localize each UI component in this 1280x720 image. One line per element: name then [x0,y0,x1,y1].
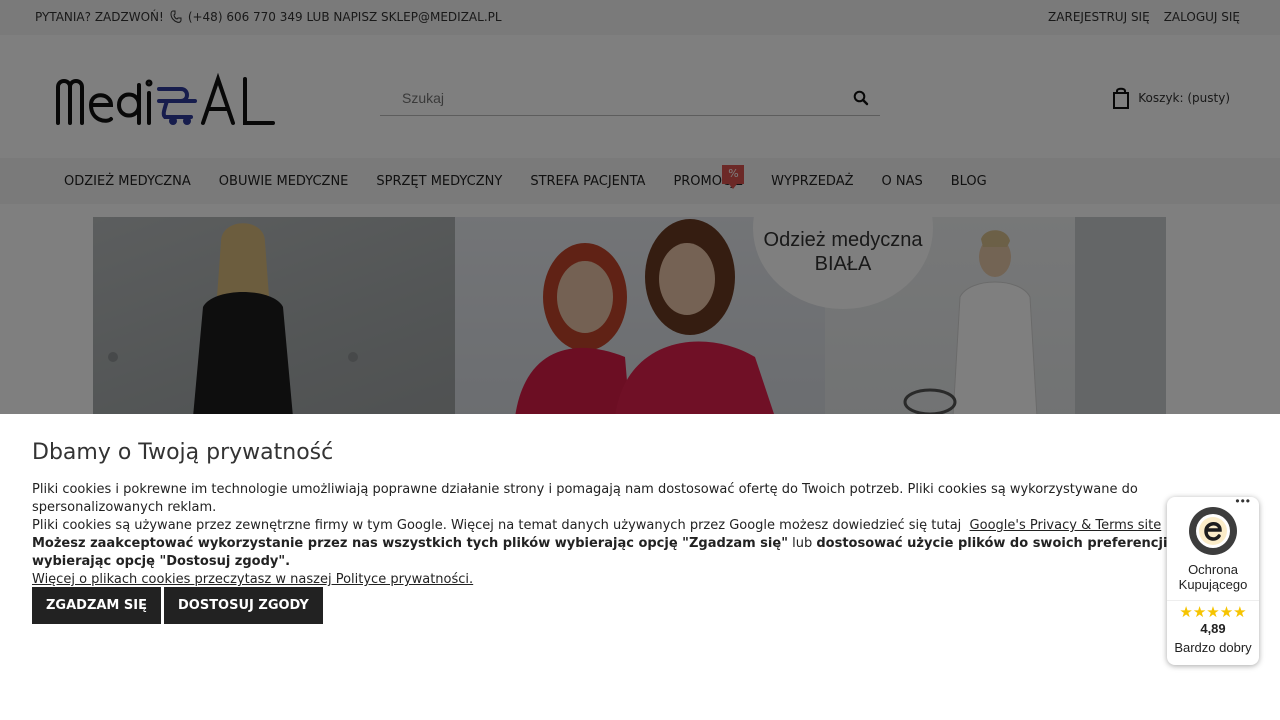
cookie-paragraph-2-text: Pliki cookies są używane przez zewnętrzn… [32,518,962,533]
rating-stars: ★★★★★ [1167,600,1259,621]
cookie-text: Pliki cookies i pokrewne im technologie … [32,481,1242,589]
customize-consent-button[interactable]: DOSTOSUJ ZGODY [163,587,323,624]
modal-overlay [0,0,1280,414]
privacy-policy-link[interactable]: Więcej o plikach cookies przeczytasz w n… [32,572,473,587]
cookie-buttons: ZGADZAM SIĘ DOSTOSUJ ZGODY [32,587,323,624]
accept-cookies-button[interactable]: ZGADZAM SIĘ [32,587,161,624]
cookie-paragraph-2: Pliki cookies są używane przez zewnętrzn… [32,517,1242,535]
trusted-shops-seal-icon [1189,507,1237,555]
cookie-consent-panel: Dbamy o Twoją prywatność Pliki cookies i… [0,414,1280,720]
rating-score: 4,89 [1200,621,1226,636]
buyer-protection-label: Ochrona Kupującego [1178,562,1248,592]
google-privacy-link[interactable]: Google's Privacy & Terms site [970,518,1162,533]
cookie-or-text: lub [787,536,817,551]
cookie-paragraph-3: Możesz zaakceptować wykorzystanie przez … [32,535,1242,571]
cookie-title: Dbamy o Twoją prywatność [32,440,334,465]
cookie-accept-info: Możesz zaakceptować wykorzystanie przez … [32,536,788,551]
rating-label: Bardzo dobry [1174,640,1252,655]
trusted-shops-badge[interactable]: ••• Ochrona Kupującego ★★★★★ 4,89 Bardzo… [1167,494,1259,665]
cookie-paragraph-1: Pliki cookies i pokrewne im technologie … [32,482,1138,515]
